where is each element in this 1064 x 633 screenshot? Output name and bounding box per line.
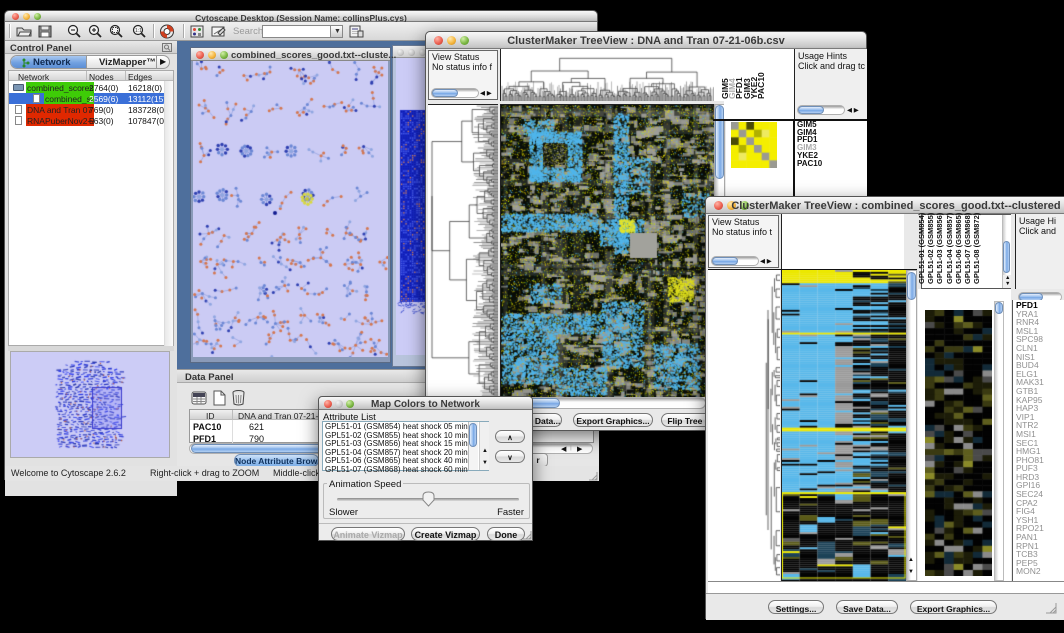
svg-text:1:1: 1:1 (135, 28, 142, 34)
